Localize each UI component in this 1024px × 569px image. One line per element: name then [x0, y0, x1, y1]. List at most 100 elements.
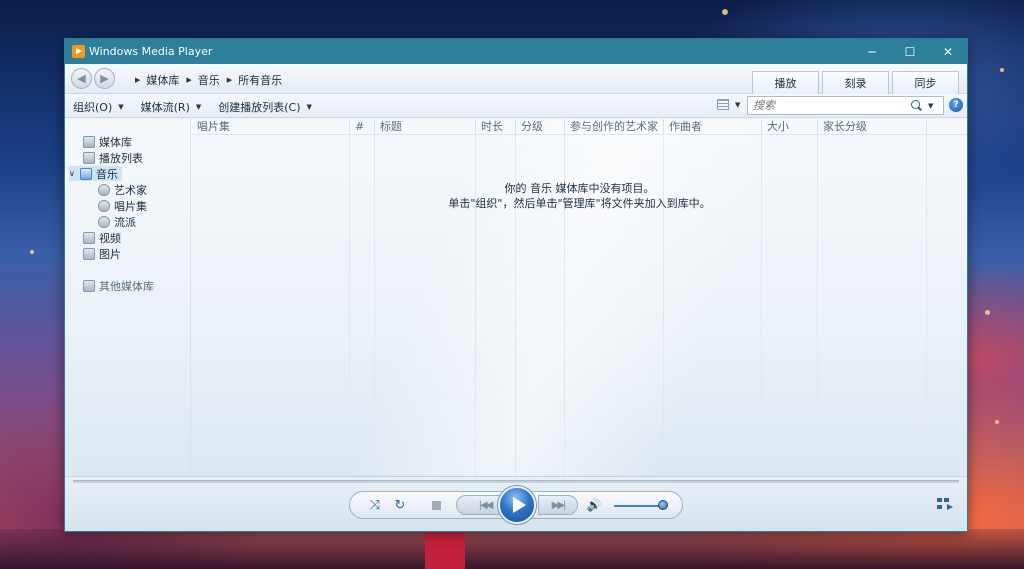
sidebar-item-label: 图片: [99, 247, 121, 261]
stream-menu[interactable]: 媒体流(R) ▼: [141, 99, 202, 115]
video-icon: [83, 231, 95, 244]
column-header-album[interactable]: 唱片集: [192, 119, 350, 134]
breadcrumb: ▶ 媒体库 ▶ 音乐 ▶ 所有音乐: [135, 72, 289, 88]
breadcrumb-music[interactable]: 音乐: [198, 72, 220, 88]
media-player-window: Windows Media Player ─ ☐ ✕ ◀ ▶ ▶ 媒体库 ▶ 音…: [64, 38, 968, 532]
sidebar-item-artist[interactable]: 艺术家: [98, 182, 147, 197]
transport-controls: ⤨ ↻ |◀◀ ▶▶| 🔊: [349, 486, 683, 524]
create-playlist-menu[interactable]: 创建播放列表(C) ▼: [218, 99, 312, 115]
sidebar-item-other-libraries[interactable]: 其他媒体库: [83, 278, 154, 293]
view-options-icon: [717, 99, 729, 110]
wallpaper-sparkle: [985, 310, 990, 315]
toolbar: 组织(O) ▼ 媒体流(R) ▼ 创建播放列表(C) ▼ ▼ ▼ ?: [65, 94, 967, 118]
breadcrumb-all-music[interactable]: 所有音乐: [238, 72, 282, 88]
volume-icon[interactable]: 🔊: [586, 497, 602, 513]
sidebar-item-music[interactable]: ∨ 音乐: [69, 166, 122, 181]
content-area: 媒体库 播放列表 ∨ 音乐 艺术家 唱片集 流派 视频 图片 其他媒体库 唱片集…: [65, 119, 967, 476]
repeat-icon[interactable]: ↻: [392, 497, 408, 513]
column-header-rating[interactable]: 分级: [516, 119, 565, 134]
forward-button[interactable]: ▶: [94, 68, 115, 89]
wallpaper-pole: [425, 531, 465, 569]
media-player-app-icon: [72, 45, 85, 58]
breadcrumb-separator-icon[interactable]: ▶: [135, 76, 140, 84]
empty-message-line: 单击"组织"，然后单击"管理库"将文件夹加入到库中。: [448, 197, 711, 210]
tab-play[interactable]: 播放: [752, 71, 819, 94]
sidebar-item-playlists[interactable]: 播放列表: [83, 150, 143, 165]
sidebar-item-genre[interactable]: 流派: [98, 214, 136, 229]
sidebar-item-label: 媒体库: [99, 135, 132, 149]
minimize-button[interactable]: ─: [853, 39, 891, 64]
album-icon: [98, 199, 110, 212]
organize-label: 组织(O): [73, 101, 113, 114]
sidebar-item-pictures[interactable]: 图片: [83, 246, 121, 261]
column-header-length[interactable]: 时长: [476, 119, 516, 134]
tab-sync[interactable]: 同步: [892, 71, 959, 94]
chevron-down-icon[interactable]: ∨: [69, 169, 75, 178]
play-button[interactable]: [498, 486, 536, 524]
title-bar[interactable]: Windows Media Player ─ ☐ ✕: [65, 39, 967, 64]
other-libraries-icon: [83, 279, 95, 292]
player-controls-bar: ⤨ ↻ |◀◀ ▶▶| 🔊: [65, 476, 967, 531]
window-title: Windows Media Player: [89, 45, 213, 58]
search-icon[interactable]: [910, 99, 924, 113]
column-header-size[interactable]: 大小: [762, 119, 818, 134]
column-header-parental-rating[interactable]: 家长分级: [818, 119, 927, 134]
chevron-down-icon[interactable]: ▼: [928, 102, 933, 110]
shuffle-icon[interactable]: ⤨: [367, 497, 383, 513]
help-icon[interactable]: ?: [949, 98, 963, 112]
genre-icon: [98, 215, 110, 228]
breadcrumb-library[interactable]: 媒体库: [146, 72, 179, 88]
track-list: 唱片集 # 标题 时长 分级 参与创作的艺术家 作曲者 大小 家长分级 你的 音…: [192, 119, 967, 476]
chevron-down-icon: ▼: [118, 103, 124, 111]
sidebar-item-videos[interactable]: 视频: [83, 230, 121, 245]
column-header-title[interactable]: 标题: [375, 119, 476, 134]
sidebar-item-label: 流派: [114, 215, 136, 229]
music-note-icon: [79, 167, 92, 180]
sidebar-item-label: 音乐: [95, 167, 118, 181]
column-header-track-number[interactable]: #: [350, 119, 375, 134]
seek-bar[interactable]: [73, 480, 959, 483]
view-options-button[interactable]: ▼: [717, 99, 740, 110]
search-box[interactable]: ▼: [747, 96, 944, 115]
artist-icon: [98, 183, 110, 196]
column-header-divider: [192, 134, 967, 135]
close-button[interactable]: ✕: [929, 39, 967, 64]
sidebar-item-label: 艺术家: [114, 183, 147, 197]
stop-button[interactable]: [432, 501, 441, 510]
volume-slider-thumb[interactable]: [658, 500, 669, 510]
back-button[interactable]: ◀: [71, 68, 92, 89]
create-playlist-label: 创建播放列表(C): [218, 101, 301, 114]
library-icon: [83, 135, 95, 148]
sidebar-item-library[interactable]: 媒体库: [83, 134, 132, 149]
navigation-pane: 媒体库 播放列表 ∨ 音乐 艺术家 唱片集 流派 视频 图片 其他媒体库: [65, 119, 191, 476]
wallpaper-sparkle: [722, 9, 728, 15]
sidebar-item-label: 播放列表: [99, 151, 143, 165]
picture-icon: [83, 247, 95, 260]
sidebar-item-album[interactable]: 唱片集: [98, 198, 147, 213]
wallpaper-sparkle: [995, 420, 999, 424]
wallpaper-sparkle: [30, 250, 34, 254]
breadcrumb-separator-icon[interactable]: ▶: [186, 76, 191, 84]
sidebar-item-label: 其他媒体库: [99, 279, 154, 293]
chevron-down-icon: ▼: [306, 103, 312, 111]
search-input[interactable]: [748, 99, 908, 112]
wallpaper-sparkle: [1000, 68, 1004, 72]
organize-menu[interactable]: 组织(O) ▼: [73, 99, 124, 115]
empty-library-message: 你的 音乐 媒体库中没有项目。 单击"组织"，然后单击"管理库"将文件夹加入到库…: [192, 181, 967, 211]
maximize-button[interactable]: ☐: [891, 39, 929, 64]
playlist-icon: [83, 151, 95, 164]
navigation-bar: ◀ ▶ ▶ 媒体库 ▶ 音乐 ▶ 所有音乐 播放 刻录 同步: [65, 64, 967, 94]
chevron-down-icon: ▼: [195, 103, 202, 111]
switch-to-now-playing-icon[interactable]: [937, 498, 953, 510]
chevron-down-icon: ▼: [735, 100, 741, 109]
next-button[interactable]: ▶▶|: [538, 495, 578, 515]
tab-burn[interactable]: 刻录: [822, 71, 889, 94]
column-header-composer[interactable]: 作曲者: [664, 119, 762, 134]
sidebar-item-label: 唱片集: [114, 199, 147, 213]
column-header-contributing-artist[interactable]: 参与创作的艺术家: [565, 119, 664, 134]
breadcrumb-separator-icon[interactable]: ▶: [227, 76, 232, 84]
empty-message-line: 你的 音乐 媒体库中没有项目。: [504, 182, 655, 195]
sidebar-item-label: 视频: [99, 231, 121, 245]
wallpaper-ground: [0, 529, 1024, 569]
stream-label: 媒体流(R): [140, 101, 190, 114]
